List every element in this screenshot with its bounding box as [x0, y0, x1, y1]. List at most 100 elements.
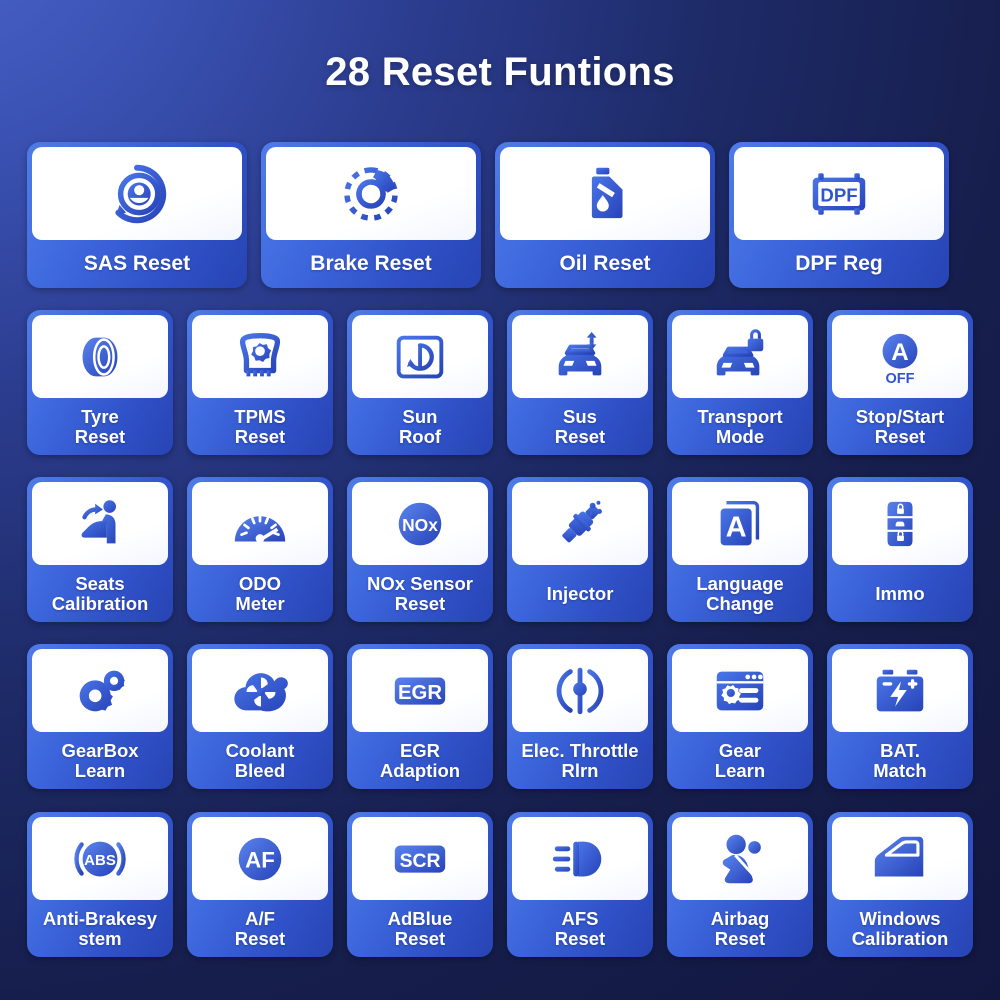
function-card-immo[interactable]: Immo — [827, 477, 973, 622]
icon-panel — [672, 817, 808, 900]
icon-panel: SCR — [352, 817, 488, 900]
card-label: Brake Reset — [310, 251, 432, 275]
car-door-window-icon — [874, 836, 924, 876]
function-card-adblue-reset[interactable]: SCR AdBlue Reset — [347, 812, 493, 957]
function-card-brake-reset[interactable]: Brake Reset — [261, 142, 481, 288]
icon-panel — [832, 649, 968, 732]
electronic-throttle-icon — [556, 667, 604, 714]
icon-panel — [512, 649, 648, 732]
headlight-afs-icon — [552, 841, 602, 876]
function-card-nox-sensor-reset[interactable]: NOx NOx Sensor Reset — [347, 477, 493, 622]
gears-icon — [79, 670, 125, 711]
icon-panel — [32, 649, 168, 732]
function-card-seats-calibration[interactable]: Seats Calibration — [27, 477, 173, 622]
function-card-afs-reset[interactable]: AFS Reset — [507, 812, 653, 957]
icon-panel — [192, 649, 328, 732]
dpf-label: DPF — [820, 184, 857, 205]
nox-label: NOx — [402, 514, 438, 534]
icon-panel — [832, 817, 968, 900]
af-label: AF — [245, 847, 275, 872]
card-label: AdBlue Reset — [387, 907, 453, 949]
icon-panel — [500, 147, 710, 240]
card-label: BAT. Match — [873, 739, 927, 781]
icon-panel: NOx — [352, 482, 488, 565]
functions-row-5: ABS Anti-Brakesy stem AF A/F Reset SCR A… — [27, 812, 973, 957]
sunroof-reset-icon — [396, 335, 444, 378]
function-card-sun-roof[interactable]: Sun Roof — [347, 310, 493, 455]
card-label: Seats Calibration — [51, 572, 149, 614]
card-label: GearBox Learn — [61, 739, 139, 781]
auto-a-label: A — [891, 338, 908, 365]
card-label: Language Change — [696, 572, 784, 614]
oil-can-drop-icon — [591, 167, 623, 218]
icon-panel: A — [672, 482, 808, 565]
steering-wheel-reset-icon — [115, 164, 167, 223]
card-label: DPF Reg — [795, 251, 883, 275]
function-card-injector[interactable]: Injector — [507, 477, 653, 622]
air-fuel-ratio-icon: AF — [238, 837, 282, 880]
function-card-sas-reset[interactable]: SAS Reset — [27, 142, 247, 288]
function-card-af-reset[interactable]: AF A/F Reset — [187, 812, 333, 957]
battery-match-icon — [876, 669, 924, 711]
icon-panel — [32, 315, 168, 398]
odometer-gauge-icon — [234, 514, 286, 543]
function-card-tyre-reset[interactable]: Tyre Reset — [27, 310, 173, 455]
egr-valve-icon: EGR — [394, 676, 446, 705]
function-card-sus-reset[interactable]: Sus Reset — [507, 310, 653, 455]
card-label: A/F Reset — [234, 907, 286, 949]
function-card-odo-meter[interactable]: ODO Meter — [187, 477, 333, 622]
function-card-anti-brake-system[interactable]: ABS Anti-Brakesy stem — [27, 812, 173, 957]
function-card-language-change[interactable]: A Language Change — [667, 477, 813, 622]
function-card-egr-adaption[interactable]: EGR EGR Adaption — [347, 644, 493, 789]
function-card-elec-throttle-relearn[interactable]: Elec. Throttle Rlrn — [507, 644, 653, 789]
car-key-fob-icon — [885, 499, 915, 548]
function-card-windows-calibration[interactable]: Windows Calibration — [827, 812, 973, 957]
function-card-gearbox-learn[interactable]: GearBox Learn — [27, 644, 173, 789]
icon-panel: AF — [192, 817, 328, 900]
auto-stop-start-icon: A OFF — [882, 333, 918, 387]
card-label: AFS Reset — [554, 907, 606, 949]
function-card-transport-mode[interactable]: Transport Mode — [667, 310, 813, 455]
gear-learn-screen-icon — [716, 671, 764, 710]
functions-row-1: SAS Reset Brake Reset Oil Reset DPF DPF … — [27, 142, 973, 288]
function-card-oil-reset[interactable]: Oil Reset — [495, 142, 715, 288]
function-card-tpms-reset[interactable]: TPMS Reset — [187, 310, 333, 455]
language-book-icon: A — [720, 500, 760, 545]
card-label: ODO Meter — [235, 572, 285, 614]
scr-label: SCR — [400, 849, 441, 871]
brake-disc-caliper-icon — [344, 166, 398, 221]
icon-panel — [32, 482, 168, 565]
car-lock-icon — [716, 328, 764, 375]
abs-icon: ABS — [74, 841, 126, 876]
function-card-dpf-reg[interactable]: DPF DPF Reg — [729, 142, 949, 288]
card-label: Sun Roof — [398, 405, 442, 447]
tpms-tyre-gear-icon — [239, 332, 281, 376]
icon-panel — [512, 315, 648, 398]
scr-adblue-icon: SCR — [394, 844, 446, 873]
card-label: Gear Learn — [714, 739, 766, 781]
card-label: Elec. Throttle Rlrn — [521, 739, 639, 781]
function-card-gear-learn[interactable]: Gear Learn — [667, 644, 813, 789]
card-label: Oil Reset — [559, 251, 651, 275]
function-card-bat-match[interactable]: BAT. Match — [827, 644, 973, 789]
functions-row-2: Tyre Reset TPMS Reset Sun Roof Sus Reset… — [27, 310, 973, 455]
egr-label: EGR — [398, 681, 442, 703]
functions-grid: SAS Reset Brake Reset Oil Reset DPF DPF … — [0, 0, 1000, 1000]
card-label: TPMS Reset — [234, 405, 286, 447]
coolant-fan-icon — [234, 672, 288, 711]
function-card-stop-start-reset[interactable]: A OFF Stop/Start Reset — [827, 310, 973, 455]
function-card-coolant-bleed[interactable]: Coolant Bleed — [187, 644, 333, 789]
card-label: SAS Reset — [83, 251, 191, 275]
card-label: NOx Sensor Reset — [367, 572, 473, 614]
airbag-seatbelt-icon — [722, 834, 761, 883]
card-label: Windows Calibration — [851, 907, 949, 949]
suspension-car-arrows-icon — [558, 331, 602, 375]
icon-panel — [32, 147, 242, 240]
card-label: Immo — [875, 582, 925, 604]
functions-row-3: Seats Calibration ODO Meter NOx NOx Sens… — [27, 477, 973, 622]
icon-panel — [512, 482, 648, 565]
icon-panel: A OFF — [832, 315, 968, 398]
icon-panel: DPF — [734, 147, 944, 240]
function-card-airbag-reset[interactable]: Airbag Reset — [667, 812, 813, 957]
off-label: OFF — [885, 371, 914, 387]
